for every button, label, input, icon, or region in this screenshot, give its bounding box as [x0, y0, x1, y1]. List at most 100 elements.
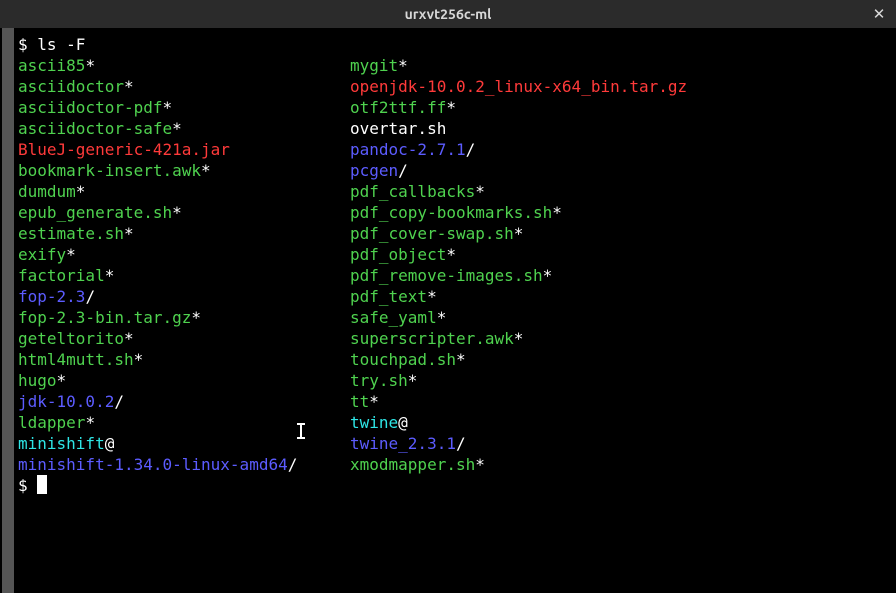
file-entry: pcgen/: [350, 160, 687, 181]
file-entry: pdf_cover-swap.sh*: [350, 223, 687, 244]
file-name: pdf_callbacks: [350, 182, 475, 201]
file-entry: minishift-1.34.0-linux-amd64/: [18, 454, 350, 475]
file-suffix: *: [66, 245, 76, 264]
window-title: urxvt256c-ml: [405, 6, 492, 22]
file-suffix: /: [456, 434, 466, 453]
file-suffix: *: [456, 350, 466, 369]
file-name: pandoc-2.7.1: [350, 140, 466, 159]
file-entry: mygit*: [350, 55, 687, 76]
file-name: mygit: [350, 56, 398, 75]
file-entry: bookmark-insert.awk*: [18, 160, 350, 181]
file-name: fop-2.3-bin.tar.gz: [18, 308, 191, 327]
file-suffix: *: [85, 56, 95, 75]
scrollbar-thumb[interactable]: [2, 28, 14, 593]
file-suffix: *: [124, 77, 134, 96]
file-name: try.sh: [350, 371, 408, 390]
file-suffix: *: [408, 371, 418, 390]
file-name: pdf_object: [350, 245, 446, 264]
file-suffix: *: [124, 329, 134, 348]
file-suffix: /: [85, 287, 95, 306]
file-suffix: *: [105, 266, 115, 285]
file-suffix: *: [369, 392, 379, 411]
file-suffix: /: [466, 140, 476, 159]
file-entry: exify*: [18, 244, 350, 265]
file-entry: twine@: [350, 412, 687, 433]
file-entry: xmodmapper.sh*: [350, 454, 687, 475]
file-name: pdf_text: [350, 287, 427, 306]
file-name: BlueJ-generic-421a.jar: [18, 140, 230, 159]
file-suffix: /: [398, 161, 408, 180]
file-entry: pandoc-2.7.1/: [350, 139, 687, 160]
file-name: epub_generate.sh: [18, 203, 172, 222]
file-suffix: *: [163, 98, 173, 117]
file-name: minishift-1.34.0-linux-amd64: [18, 455, 288, 474]
file-suffix: *: [57, 371, 67, 390]
file-suffix: @: [398, 413, 408, 432]
file-entry: superscripter.awk*: [350, 328, 687, 349]
file-name: fop-2.3: [18, 287, 85, 306]
window-titlebar: urxvt256c-ml ✕: [0, 0, 896, 28]
file-suffix: *: [475, 182, 485, 201]
file-entry: fop-2.3-bin.tar.gz*: [18, 307, 350, 328]
file-suffix: *: [514, 224, 524, 243]
file-suffix: *: [543, 266, 553, 285]
file-suffix: /: [288, 455, 298, 474]
file-suffix: *: [85, 413, 95, 432]
file-entry: tt*: [350, 391, 687, 412]
file-name: pdf_cover-swap.sh: [350, 224, 514, 243]
file-suffix: /: [114, 392, 124, 411]
file-name: otf2ttf.ff: [350, 98, 446, 117]
file-name: openjdk-10.0.2_linux-x64_bin.tar.gz: [350, 77, 687, 96]
file-name: geteltorito: [18, 329, 124, 348]
file-name: html4mutt.sh: [18, 350, 134, 369]
file-name: tt: [350, 392, 369, 411]
file-suffix: *: [427, 287, 437, 306]
file-name: asciidoctor: [18, 77, 124, 96]
ls-column-1: ascii85*asciidoctor*asciidoctor-pdf*asci…: [18, 55, 350, 475]
file-suffix: *: [172, 203, 182, 222]
command-text: ls -F: [37, 35, 85, 54]
file-entry: openjdk-10.0.2_linux-x64_bin.tar.gz: [350, 76, 687, 97]
file-suffix: *: [201, 161, 211, 180]
file-entry: hugo*: [18, 370, 350, 391]
file-suffix: *: [475, 455, 485, 474]
file-entry: minishift@: [18, 433, 350, 454]
file-suffix: *: [76, 182, 86, 201]
file-suffix: *: [446, 245, 456, 264]
file-entry: twine_2.3.1/: [350, 433, 687, 454]
file-name: minishift: [18, 434, 105, 453]
file-entry: overtar.sh: [350, 118, 687, 139]
prompt: $: [18, 476, 37, 495]
prompt-line: $: [18, 475, 892, 496]
file-entry: pdf_text*: [350, 286, 687, 307]
file-suffix: *: [398, 56, 408, 75]
file-name: twine_2.3.1: [350, 434, 456, 453]
file-name: ldapper: [18, 413, 85, 432]
close-icon[interactable]: ✕: [870, 5, 888, 23]
file-suffix: *: [191, 308, 201, 327]
file-entry: BlueJ-generic-421a.jar: [18, 139, 350, 160]
file-entry: pdf_remove-images.sh*: [350, 265, 687, 286]
file-name: asciidoctor-safe: [18, 119, 172, 138]
file-entry: jdk-10.0.2/: [18, 391, 350, 412]
file-entry: asciidoctor*: [18, 76, 350, 97]
file-entry: asciidoctor-pdf*: [18, 97, 350, 118]
file-suffix: *: [134, 350, 144, 369]
file-entry: pdf_callbacks*: [350, 181, 687, 202]
file-name: touchpad.sh: [350, 350, 456, 369]
file-entry: html4mutt.sh*: [18, 349, 350, 370]
file-name: twine: [350, 413, 398, 432]
file-name: superscripter.awk: [350, 329, 514, 348]
cursor-block: [37, 475, 47, 494]
file-entry: safe_yaml*: [350, 307, 687, 328]
file-entry: pdf_copy-bookmarks.sh*: [350, 202, 687, 223]
terminal-area[interactable]: $ ls -F ascii85*asciidoctor*asciidoctor-…: [0, 28, 896, 593]
file-suffix: @: [105, 434, 115, 453]
file-entry: geteltorito*: [18, 328, 350, 349]
file-entry: estimate.sh*: [18, 223, 350, 244]
file-name: bookmark-insert.awk: [18, 161, 201, 180]
file-entry: ascii85*: [18, 55, 350, 76]
file-entry: factorial*: [18, 265, 350, 286]
file-suffix: *: [514, 329, 524, 348]
file-suffix: *: [446, 98, 456, 117]
